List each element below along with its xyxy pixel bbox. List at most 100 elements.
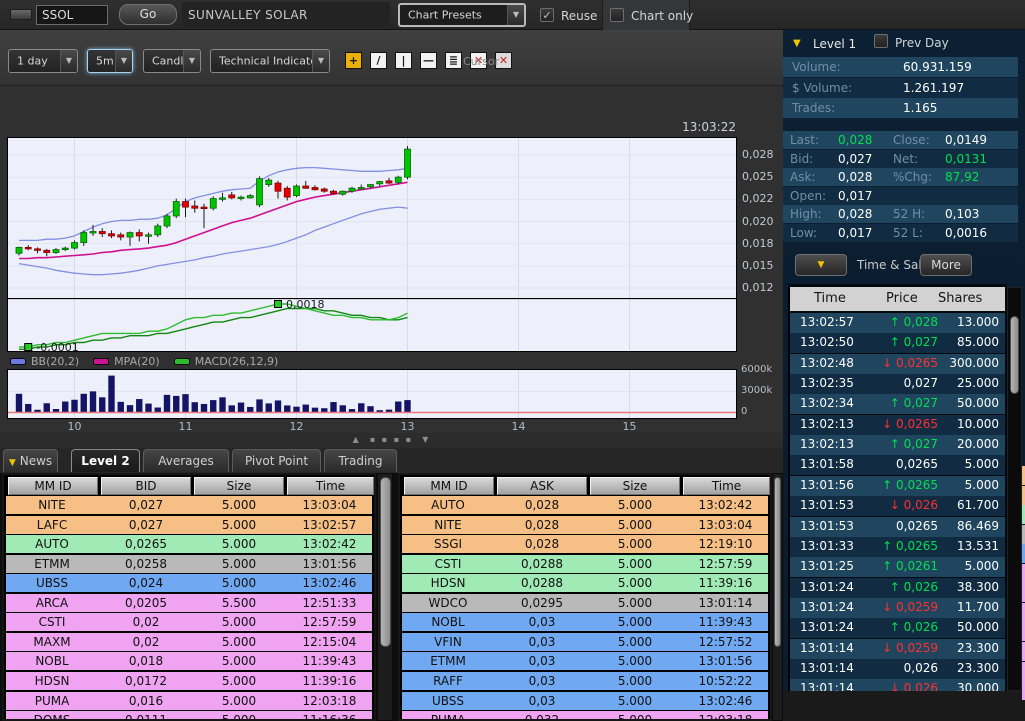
reuse-checkbox[interactable]: ✓ (540, 8, 554, 22)
symbol-input[interactable] (36, 5, 108, 25)
tab-averages[interactable]: Averages (143, 449, 229, 472)
bid-row[interactable]: UBSS 0,024 5.000 13:02:46 (6, 574, 372, 594)
time-sales-dropdown[interactable]: ▼ (795, 254, 847, 276)
bid-row[interactable]: NOBL 0,018 5.000 11:39:43 (6, 652, 372, 672)
prev-day-checkbox[interactable] (874, 34, 888, 48)
ask-row[interactable]: PUMA 0,032 5.000 12:03:18 (402, 711, 768, 719)
bid-row[interactable]: HDSN 0,0172 5.000 11:39:16 (6, 671, 372, 691)
time-sales-row[interactable]: 13:02:50 ↑ 0,027 85.000 (790, 333, 1005, 354)
trading-app-window: Go SUNVALLEY SOLAR Chart Presets ▼ ✓ Reu… (0, 0, 1025, 721)
size-cell: 5.000 (617, 673, 653, 688)
tab-level-2[interactable]: Level 2 (71, 449, 140, 472)
ask-row[interactable]: SSGI 0,028 5.000 12:19:10 (402, 535, 768, 555)
quote-label: Net: (893, 151, 919, 166)
macd-chart[interactable]: -0,0001 0,0018 (8, 298, 736, 351)
ask-header-mm-id[interactable]: MM ID (404, 477, 494, 495)
time-sales-row[interactable]: 13:02:13 ↓ 0,0265 10.000 (790, 414, 1005, 435)
volume-chart[interactable] (8, 370, 736, 418)
mm-id-cell: UBSS (431, 693, 465, 708)
trade-time: 13:01:24 (800, 579, 854, 594)
bid-row[interactable]: LAFC 0,027 5.000 13:02:57 (6, 515, 372, 535)
ask-table-scrollbar[interactable] (772, 473, 783, 721)
timeframe-dropdown[interactable]: 1 day ▼ (8, 49, 78, 73)
tab-trading[interactable]: Trading (324, 449, 397, 472)
time-sales-row[interactable]: 13:01:56 ↑ 0,0265 5.000 (790, 475, 1005, 496)
technical-indicators-dropdown[interactable]: Technical Indicators ▼ (210, 49, 330, 73)
trend-line-icon[interactable]: / (370, 52, 387, 69)
bid-row[interactable]: ARCA 0,0205 5.500 12:51:33 (6, 593, 372, 613)
time-sales-scrollbar[interactable] (1007, 287, 1022, 691)
tab-news[interactable]: ▼ News (3, 449, 58, 472)
bid-header-time[interactable]: Time (287, 477, 374, 495)
time-cell: 12:57:52 (698, 634, 753, 649)
time-sales-header-time[interactable]: Time (814, 291, 846, 306)
menu-icon[interactable] (10, 9, 32, 20)
level1-collapse-icon[interactable]: ▼ (793, 38, 801, 49)
interval-dropdown[interactable]: 5m ▼ (87, 49, 133, 73)
bid-header-bid[interactable]: BID (101, 477, 191, 495)
chart-style-dropdown[interactable]: Candle ▼ (143, 49, 201, 73)
time-sales-row[interactable]: 13:02:57 ↑ 0,028 13.000 (790, 313, 1005, 333)
ask-row[interactable]: AUTO 0,028 5.000 13:02:42 (402, 496, 768, 515)
time-sales-row[interactable]: 13:01:24 ↑ 0,026 38.300 (790, 577, 1005, 598)
bid-row[interactable]: CSTI 0,02 5.000 12:57:59 (6, 613, 372, 633)
ask-row[interactable]: WDCO 0,0295 5.000 13:01:14 (402, 593, 768, 613)
trade-price: 0,027 (903, 376, 938, 391)
bid-row[interactable]: DOMS 0,0111 5.000 11:16:36 (6, 711, 372, 719)
mm-id-cell: NOBL (35, 654, 69, 669)
ask-row[interactable]: RAFF 0,03 5.000 10:52:22 (402, 671, 768, 691)
tab-pivot-point[interactable]: Pivot Point (232, 449, 321, 472)
bid-row[interactable]: ETMM 0,0258 5.000 13:01:56 (6, 554, 372, 574)
bid-header-size[interactable]: Size (194, 477, 284, 495)
add-indicator-icon[interactable]: + (345, 52, 362, 69)
bid-row[interactable]: MAXM 0,02 5.000 12:15:04 (6, 632, 372, 652)
time-sales-more-button[interactable]: More (920, 254, 972, 276)
time-sales-row[interactable]: 13:02:35 0,027 25.000 (790, 374, 1005, 395)
ask-row[interactable]: HDSN 0,0288 5.000 11:39:16 (402, 574, 768, 594)
ask-row[interactable]: CSTI 0,0288 5.000 12:57:59 (402, 554, 768, 574)
bid-row[interactable]: NITE 0,027 5.000 13:03:04 (6, 496, 372, 515)
time-sales-row[interactable]: 13:02:34 ↑ 0,027 50.000 (790, 394, 1005, 415)
ask-header-ask[interactable]: ASK (497, 477, 587, 495)
vertical-line-icon[interactable]: | (395, 52, 412, 69)
time-sales-header-shares[interactable]: Shares (938, 291, 982, 306)
time-sales-row[interactable]: 13:02:48 ↓ 0,0265 300.000 (790, 353, 1005, 374)
bid-row[interactable]: AUTO 0,0265 5.000 13:02:42 (6, 535, 372, 555)
bid-table-scrollbar[interactable] (377, 473, 393, 721)
time-sales-row[interactable]: 13:01:14 ↓ 0,0259 23.300 (790, 638, 1005, 659)
time-sales-row[interactable]: 13:01:53 0,0265 86.469 (790, 516, 1005, 537)
ask-row[interactable]: ETMM 0,03 5.000 13:01:56 (402, 652, 768, 672)
scroll-down-icon[interactable]: ▼ (422, 435, 430, 444)
scroll-up-icon[interactable]: ▲ (353, 435, 361, 444)
level1-stat-row: $ Volume: 1.261.197 (783, 77, 1018, 98)
ask-row[interactable]: UBSS 0,03 5.000 13:02:46 (402, 691, 768, 711)
time-sales-row[interactable]: 13:01:53 ↓ 0,026 61.700 (790, 496, 1005, 517)
trade-time: 13:01:53 (800, 498, 854, 513)
time-sales-row[interactable]: 13:01:14 0,026 23.300 (790, 658, 1005, 679)
bid-header-mm-id[interactable]: MM ID (8, 477, 98, 495)
trade-price: ↓ 0,0259 (882, 599, 938, 614)
bid-row[interactable]: PUMA 0,016 5.000 12:03:18 (6, 691, 372, 711)
legend-label: BB(20,2) (31, 354, 80, 368)
size-cell: 5.000 (617, 576, 653, 591)
time-sales-row[interactable]: 13:01:14 ↓ 0,026 30.000 (790, 679, 1005, 691)
ask-header-size[interactable]: Size (590, 477, 680, 495)
time-sales-row[interactable]: 13:01:25 ↑ 0,0261 5.000 (790, 557, 1005, 578)
ask-row[interactable]: NOBL 0,03 5.000 11:39:43 (402, 613, 768, 633)
ask-header-time[interactable]: Time (683, 477, 770, 495)
time-sales-row[interactable]: 13:02:13 ↑ 0,027 20.000 (790, 435, 1005, 456)
time-sales-row[interactable]: 13:01:24 ↑ 0,026 50.000 (790, 618, 1005, 639)
time-sales-row[interactable]: 13:01:58 0,0265 5.000 (790, 455, 1005, 476)
ask-row[interactable]: VFIN 0,03 5.000 12:57:52 (402, 632, 768, 652)
time-sales-header-price[interactable]: Price (886, 291, 918, 306)
chart-only-checkbox[interactable] (610, 8, 624, 22)
time-sales-row[interactable]: 13:01:33 ↑ 0,0265 13.531 (790, 536, 1005, 557)
fibonacci-lines-icon[interactable]: ≣ (445, 52, 462, 69)
ask-row[interactable]: NITE 0,028 5.000 13:03:04 (402, 515, 768, 535)
go-button[interactable]: Go (119, 4, 177, 25)
candlestick-chart[interactable] (8, 138, 736, 298)
mm-id-cell: HDSN (430, 576, 466, 591)
horizontal-line-icon[interactable]: — (420, 52, 437, 69)
time-sales-row[interactable]: 13:01:24 ↓ 0,0259 11.700 (790, 597, 1005, 618)
chart-presets-dropdown[interactable]: Chart Presets ▼ (398, 3, 526, 27)
